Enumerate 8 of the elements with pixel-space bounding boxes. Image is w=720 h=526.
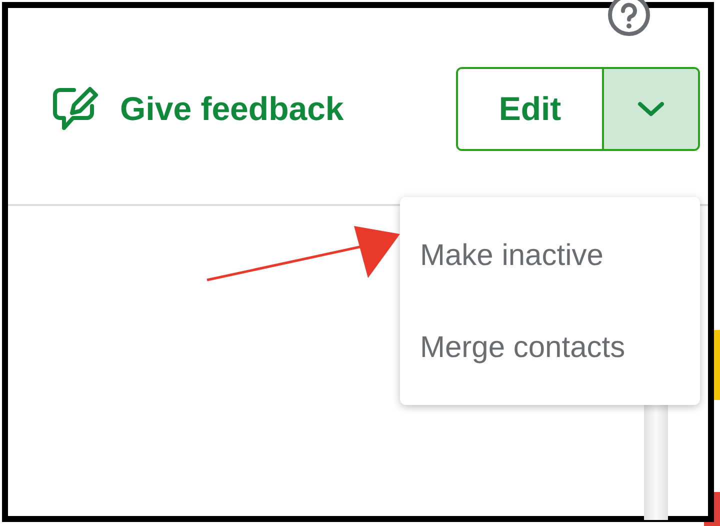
feedback-icon — [52, 86, 100, 132]
menu-item[interactable]: Make inactive — [400, 209, 700, 301]
give-feedback-link[interactable]: Give feedback — [52, 84, 344, 134]
menu-item[interactable]: Merge contacts — [400, 301, 700, 393]
more-actions-button[interactable] — [604, 69, 698, 149]
chevron-down-icon — [637, 100, 665, 118]
edit-button[interactable]: Edit — [458, 69, 604, 149]
help-icon[interactable] — [606, 0, 652, 38]
